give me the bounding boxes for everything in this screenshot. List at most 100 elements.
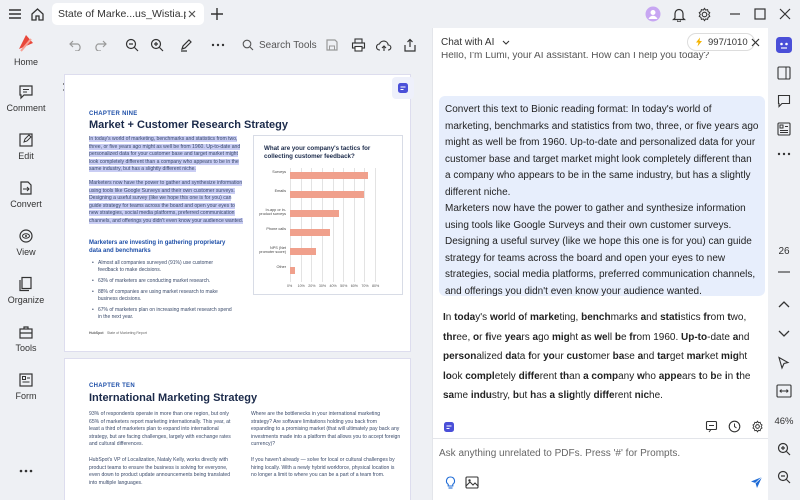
settings-gear-icon[interactable]	[691, 1, 717, 27]
bullet-item: 67% of marketers plan on increasing mark…	[92, 307, 232, 321]
more-horizontal-icon	[19, 469, 33, 473]
zoom-out-icon	[125, 38, 139, 52]
document-tab[interactable]: State of Marke...us_Wistia.pdf	[52, 3, 204, 25]
more-panels-button[interactable]	[768, 152, 800, 156]
properties-panel-button[interactable]	[768, 66, 800, 80]
comment-icon	[19, 85, 33, 100]
subheading: Marketers are investing in gathering pro…	[89, 240, 226, 254]
notification-bell-icon[interactable]	[666, 1, 692, 27]
chart-category-label: NPS (Net promoter score)	[259, 246, 286, 255]
chart-tick-label: 10%	[297, 284, 305, 288]
zoom-out-rail-button[interactable]	[768, 470, 800, 484]
chat-action-bar	[433, 416, 769, 438]
avatar-icon[interactable]	[640, 1, 666, 27]
chat-input-area[interactable]: Ask anything unrelated to PDFs. Press '#…	[433, 438, 769, 500]
column-one-paragraph: HubSpot's VP of Localization, Nataly Kel…	[89, 457, 231, 486]
print-button[interactable]	[348, 35, 368, 55]
comment-icon	[777, 94, 791, 108]
zoom-out-icon	[777, 470, 791, 484]
zoom-out-button[interactable]	[122, 35, 142, 55]
redo-button[interactable]	[90, 35, 110, 55]
left-navigation-rail: Home Comment Edit Convert View Organize …	[0, 28, 52, 500]
zoom-in-button[interactable]	[147, 35, 167, 55]
document-viewer[interactable]: CHAPTER NINE Market + Customer Research …	[52, 62, 424, 500]
nav-organize[interactable]: Organize	[0, 276, 52, 305]
cloud-upload-icon	[376, 39, 392, 51]
close-tab-icon[interactable]	[186, 8, 198, 20]
save-button[interactable]	[322, 35, 342, 55]
tools-icon	[19, 326, 33, 339]
edit-icon	[19, 133, 33, 147]
page-number-indicator[interactable]: 26	[768, 246, 800, 257]
home-tab-icon[interactable]	[24, 1, 50, 27]
select-tool-button[interactable]	[768, 356, 800, 370]
image-attach-icon[interactable]	[465, 476, 479, 494]
chat-mode-dropdown[interactable]: Chat with AI	[441, 33, 510, 51]
more-horizontal-icon	[777, 152, 791, 156]
form-icon	[19, 373, 33, 387]
chart-tick-label: 60%	[350, 284, 358, 288]
document-tab-label: State of Marke...us_Wistia.pdf	[58, 8, 186, 20]
chart-title: What are your company's tactics for coll…	[264, 145, 371, 160]
ai-robot-icon	[776, 37, 792, 53]
nav-home[interactable]: Home	[0, 32, 52, 67]
title-bar: State of Marke...us_Wistia.pdf	[0, 0, 800, 28]
undo-icon	[69, 40, 81, 51]
ai-chat-icon	[398, 83, 408, 93]
nav-view[interactable]: View	[0, 228, 52, 257]
next-page-button[interactable]	[768, 330, 800, 338]
history-clock-icon[interactable]	[728, 420, 741, 438]
chat-settings-icon[interactable]	[751, 420, 764, 438]
nav-more-button[interactable]	[0, 468, 52, 477]
user-message-bubble: Convert this text to Bionic reading form…	[439, 96, 765, 297]
nav-tools[interactable]: Tools	[0, 324, 52, 353]
search-tools-field[interactable]: Search Tools	[242, 35, 317, 55]
close-chat-icon[interactable]	[748, 35, 762, 49]
chart-category-label: Emails	[274, 189, 286, 193]
zoom-level[interactable]: 46%	[768, 416, 800, 427]
save-icon	[326, 39, 338, 51]
share-button[interactable]	[400, 35, 420, 55]
nav-edit-label: Edit	[18, 151, 34, 161]
send-button[interactable]	[750, 476, 763, 494]
zoom-in-rail-button[interactable]	[768, 442, 800, 456]
token-balance-badge[interactable]: 997/1010	[687, 33, 755, 51]
nav-convert[interactable]: Convert	[0, 180, 52, 209]
close-window-icon[interactable]	[772, 1, 798, 27]
nav-home-label: Home	[13, 57, 38, 67]
chapter-title: Market + Customer Research Strategy	[89, 119, 288, 131]
chart-tick-label: 80%	[372, 284, 380, 288]
maximize-icon[interactable]	[747, 1, 773, 27]
chart-category-label: Phone calls	[266, 227, 286, 231]
minimize-icon[interactable]	[722, 1, 748, 27]
nav-comment[interactable]: Comment	[0, 84, 52, 113]
document-toolbar: Search Tools	[52, 28, 424, 62]
highlight-pen-button[interactable]	[176, 35, 196, 55]
footer-text: State of Marketing Report	[107, 331, 147, 335]
nav-form[interactable]: Form	[0, 372, 52, 401]
nav-edit[interactable]: Edit	[0, 132, 52, 161]
fit-page-button[interactable]	[768, 384, 800, 398]
nav-organize-label: Organize	[7, 295, 45, 305]
bullet-item: Almost all companies surveyed (91%) use …	[92, 260, 232, 274]
pdf-page-chapter-ten: CHAPTER TEN International Marketing Stra…	[65, 359, 410, 500]
cursor-arrow-icon	[778, 356, 790, 370]
share-icon	[404, 38, 416, 52]
comments-panel-button[interactable]	[768, 94, 800, 108]
chapter-title: International Marketing Strategy	[89, 392, 258, 404]
column-one-paragraph: 93% of respondents operate in more than …	[89, 411, 231, 447]
copy-to-note-icon[interactable]	[705, 420, 718, 438]
lightbulb-prompt-icon[interactable]	[445, 476, 456, 495]
more-tools-button[interactable]	[208, 35, 228, 55]
new-tab-icon[interactable]	[204, 1, 230, 27]
ai-assistant-toggle[interactable]	[768, 36, 800, 54]
layers-panel-button[interactable]	[768, 122, 800, 136]
ai-assistant-button[interactable]	[392, 77, 414, 99]
column-two-paragraph: If you haven't already — solve for local…	[251, 457, 395, 478]
previous-page-button[interactable]	[768, 300, 800, 308]
chevron-down-icon	[778, 330, 790, 337]
upload-cloud-button[interactable]	[374, 35, 394, 55]
undo-button[interactable]	[66, 35, 86, 55]
chat-mode-label: Chat with AI	[441, 36, 495, 48]
chart-tick-label: 40%	[329, 284, 337, 288]
